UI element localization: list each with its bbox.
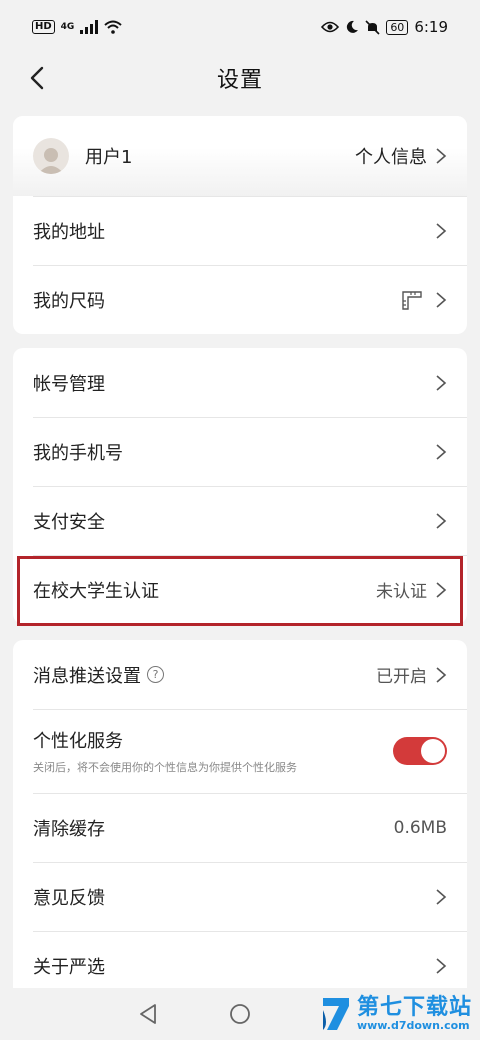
clear-cache-row[interactable]: 清除缓存 0.6MB [13,793,467,862]
watermark-text: 第七下载站 www.d7down.com [357,996,472,1032]
toggle-knob [421,739,445,763]
personalized-service-label: 个性化服务 [33,731,123,752]
personalized-service-desc: 关闭后，将不会使用你的个性信息为你提供个性化服务 [33,761,297,774]
my-address-label: 我的地址 [33,221,105,243]
chevron-right-icon [436,512,447,529]
battery-indicator: 60 [386,19,409,35]
verification-status: 未认证 [376,582,427,602]
push-status: 已开启 [376,667,427,687]
help-icon[interactable]: ? [147,666,164,683]
personalized-service-toggle[interactable] [393,737,447,765]
personal-info-link: 个人信息 [355,147,427,168]
back-button[interactable] [22,62,52,94]
personalized-service-texts: 个性化服务 关闭后，将不会使用你的个性信息为你提供个性化服务 [33,727,393,775]
nav-back-icon[interactable] [137,1003,159,1025]
student-verification-row[interactable]: 在校大学生认证 未认证 [13,555,467,624]
user-name: 用户1 [85,147,133,168]
nav-home-icon[interactable] [229,1003,251,1025]
cache-size: 0.6MB [393,817,447,838]
chevron-right-icon [436,957,447,974]
my-phone-row[interactable]: 我的手机号 [13,417,467,486]
signal-icon [80,20,99,34]
chevron-right-icon [436,148,447,164]
feedback-row[interactable]: 意见反馈 [13,862,467,931]
chevron-right-icon [436,666,447,683]
my-phone-label: 我的手机号 [33,442,123,464]
chevron-right-icon [436,443,447,460]
user-profile-row[interactable]: 用户1 个人信息 [13,116,467,196]
account-card: 帐号管理 我的手机号 支付安全 在校大学生认证 未认证 [13,348,467,624]
chevron-right-icon [436,581,447,598]
status-bar: HD 4G 60 6:19 [0,0,480,54]
watermark: 第七下载站 www.d7down.com [319,994,472,1034]
push-settings-label: 消息推送设置 ? [33,662,376,688]
chevron-right-icon [436,222,447,239]
ruler-icon [402,290,422,310]
my-size-row[interactable]: 我的尺码 [13,265,467,334]
clock: 6:19 [414,18,448,36]
status-left: HD 4G [32,20,122,34]
clear-cache-label: 清除缓存 [33,818,105,840]
my-size-label: 我的尺码 [33,290,105,312]
eye-icon [321,21,340,33]
avatar [33,138,69,174]
payment-security-label: 支付安全 [33,511,105,533]
chevron-right-icon [436,291,447,308]
account-management-label: 帐号管理 [33,373,105,395]
about-row[interactable]: 关于严选 [13,931,467,990]
push-settings-row[interactable]: 消息推送设置 ? 已开启 [13,640,467,709]
page-title: 设置 [216,68,263,93]
account-management-row[interactable]: 帐号管理 [13,348,467,417]
about-label: 关于严选 [33,956,105,978]
watermark-logo-icon [322,998,349,1030]
avatar-silhouette-icon [38,148,64,174]
status-right: 60 6:19 [321,18,448,36]
chevron-right-icon [436,374,447,391]
feedback-label: 意见反馈 [33,887,105,909]
watermark-title: 第七下载站 [356,995,472,1020]
student-verification-label: 在校大学生认证 [33,580,159,602]
moon-icon [347,20,359,33]
wifi-icon [104,20,122,34]
back-arrow-icon [30,66,44,90]
profile-card: 用户1 个人信息 我的地址 我的尺码 [13,116,467,334]
payment-security-row[interactable]: 支付安全 [13,486,467,555]
watermark-url: www.d7down.com [356,1019,470,1032]
chevron-right-icon [436,888,447,905]
push-settings-text: 消息推送设置 [33,665,141,687]
header: 设置 [0,54,480,102]
mute-bell-icon [365,19,380,35]
preferences-card: 消息推送设置 ? 已开启 个性化服务 关闭后，将不会使用你的个性信息为你提供个性… [13,640,467,990]
network-type: 4G [60,21,75,32]
hd-indicator: HD [32,20,55,34]
my-address-row[interactable]: 我的地址 [13,196,467,265]
personalized-service-row: 个性化服务 关闭后，将不会使用你的个性信息为你提供个性化服务 [13,709,467,793]
